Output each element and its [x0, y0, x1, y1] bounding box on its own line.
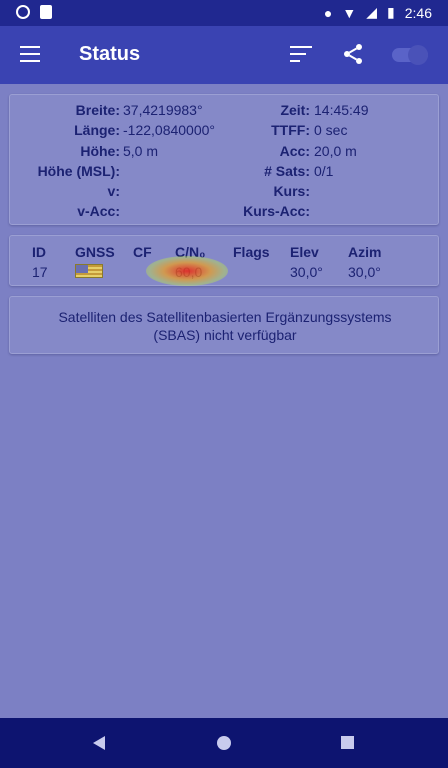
- status-bar: ● ▼ ◢ ▮ 2:46: [0, 0, 448, 26]
- header-gnss: GNSS: [75, 244, 115, 260]
- status-time: 2:46: [404, 4, 432, 21]
- us-flag-icon: [75, 264, 103, 278]
- bearing-label: Kurs:: [273, 183, 310, 199]
- navigation-bar: [0, 718, 448, 768]
- longitude-label: Länge:: [74, 122, 120, 138]
- sort-icon[interactable]: [290, 46, 312, 62]
- accuracy-label: Acc:: [279, 143, 310, 159]
- header-flags: Flags: [233, 244, 270, 260]
- altitude-msl-label: Höhe (MSL):: [37, 163, 120, 179]
- accuracy-value: 20,0 m: [314, 143, 357, 159]
- time-value: 14:45:49: [314, 102, 369, 118]
- satellite-table-card: ID GNSS CF C/N₀ Flags Elev Azim 17 60,0 …: [9, 235, 439, 286]
- sbas-message-line2: (SBAS) nicht verfügbar: [153, 327, 297, 343]
- sat-id: 17: [32, 264, 48, 280]
- sbas-card: Satelliten des Satellitenbasierten Ergän…: [9, 296, 439, 354]
- header-cf: CF: [133, 244, 152, 260]
- altitude-value: 5,0 m: [123, 143, 159, 159]
- sat-elev: 30,0°: [290, 264, 323, 280]
- latitude-value: 37,4219983°: [123, 102, 203, 118]
- share-icon[interactable]: [341, 42, 365, 66]
- header-cn0: C/N₀: [175, 244, 206, 260]
- fix-info-card: Breite: 37,4219983° Zeit: 14:45:49 Länge…: [9, 94, 439, 225]
- app-bar: Status: [0, 26, 448, 84]
- longitude-value: -122,0840000°: [123, 122, 216, 138]
- sats-label: # Sats:: [264, 163, 310, 179]
- recent-apps-icon[interactable]: [341, 736, 354, 749]
- tracking-toggle[interactable]: [392, 45, 428, 65]
- sats-value: 0/1: [314, 163, 334, 179]
- ttff-value: 0 sec: [314, 122, 348, 138]
- back-icon[interactable]: [93, 736, 105, 750]
- battery-icon: ▮: [387, 4, 395, 20]
- sd-card-icon: [40, 5, 52, 19]
- wifi-icon: ▼: [342, 4, 357, 21]
- sat-cn0: 60,0: [175, 264, 203, 280]
- sbas-message: Satelliten des Satellitenbasierten Ergän…: [10, 308, 440, 344]
- header-azim: Azim: [348, 244, 382, 260]
- notification-circle-icon: [16, 5, 30, 19]
- home-icon[interactable]: [217, 736, 231, 750]
- header-elev: Elev: [290, 244, 319, 260]
- bearing-accuracy-label: Kurs-Acc:: [243, 203, 310, 219]
- latitude-label: Breite:: [75, 102, 120, 118]
- sbas-message-line1: Satelliten des Satellitenbasierten Ergän…: [58, 309, 392, 325]
- header-id: ID: [32, 244, 46, 260]
- sat-azim: 30,0°: [348, 264, 381, 280]
- time-label: Zeit:: [280, 102, 310, 118]
- menu-icon[interactable]: [20, 46, 40, 62]
- altitude-label: Höhe:: [80, 143, 120, 159]
- signal-icon: ◢: [366, 4, 378, 20]
- speed-label: v:: [107, 183, 120, 199]
- location-icon: ●: [323, 4, 333, 21]
- speed-accuracy-label: v-Acc:: [77, 203, 120, 219]
- ttff-label: TTFF:: [271, 122, 310, 138]
- page-title: Status: [79, 43, 141, 65]
